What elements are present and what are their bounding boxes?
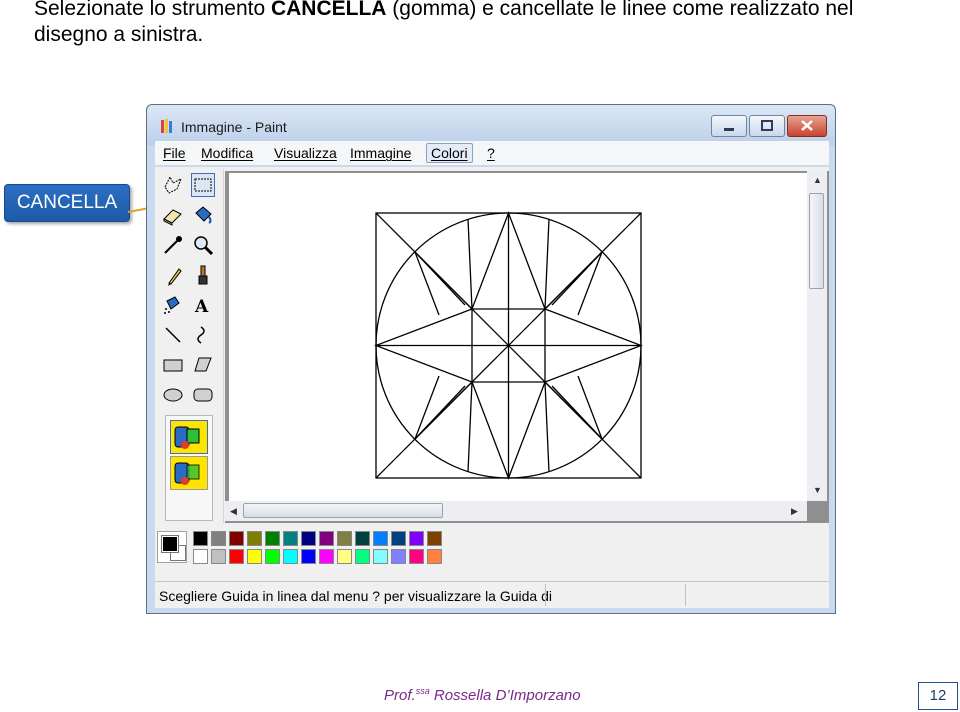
menu-visualizza[interactable]: Visualizza <box>270 144 341 162</box>
line-icon[interactable] <box>161 323 185 347</box>
window-client: A ▲ ▼ ◀ ▶ Scegliere Guida in linea dal m… <box>155 167 829 608</box>
palette-swatch[interactable] <box>319 549 334 564</box>
paint-window: Immagine - Paint File Modifica Visualizz… <box>146 104 836 614</box>
footer-sup: ssa <box>415 686 430 696</box>
palette-swatch[interactable] <box>265 549 280 564</box>
palette-swatch[interactable] <box>319 531 334 546</box>
drawing-canvas[interactable] <box>229 173 807 501</box>
fill-icon[interactable] <box>191 203 215 227</box>
palette-swatch[interactable] <box>211 531 226 546</box>
color-picker-icon[interactable] <box>161 233 185 257</box>
palette-swatch[interactable] <box>193 531 208 546</box>
palette-swatch[interactable] <box>337 549 352 564</box>
palette-swatch[interactable] <box>337 531 352 546</box>
palette-swatch[interactable] <box>247 549 262 564</box>
horizontal-scrollbar[interactable]: ◀ ▶ <box>225 501 807 521</box>
status-separator <box>685 584 686 606</box>
palette-swatch[interactable] <box>247 531 262 546</box>
scroll-up-icon[interactable]: ▲ <box>813 175 822 185</box>
palette-swatch[interactable] <box>265 531 280 546</box>
palette-swatch[interactable] <box>211 549 226 564</box>
compass-rose-drawing <box>374 211 643 480</box>
close-button[interactable] <box>787 115 827 137</box>
polygon-icon[interactable] <box>191 353 215 377</box>
scroll-right-icon[interactable]: ▶ <box>791 506 798 517</box>
title-bar[interactable]: Immagine - Paint <box>147 105 835 145</box>
brush-icon[interactable] <box>191 263 215 287</box>
menu-immagine[interactable]: Immagine <box>346 144 415 162</box>
palette-swatch[interactable] <box>193 549 208 564</box>
toolbox: A <box>155 169 224 523</box>
instruction-text: Selezionate lo strumento CANCELLA (gomma… <box>34 0 914 48</box>
palette-swatch[interactable] <box>283 549 298 564</box>
instruction-bold: CANCELLA <box>270 0 387 20</box>
page-number: 12 <box>918 682 958 710</box>
palette-swatch[interactable] <box>391 531 406 546</box>
palette-swatch[interactable] <box>229 531 244 546</box>
palette-swatch[interactable] <box>391 549 406 564</box>
menu-modifica[interactable]: Modifica <box>197 144 257 162</box>
palette-swatch[interactable] <box>301 531 316 546</box>
footer-prefix: Prof. <box>384 687 416 704</box>
ellipse-icon[interactable] <box>161 383 185 407</box>
menu-file[interactable]: File <box>159 144 190 162</box>
footer-author: Prof.ssa Rossella D’Imporzano <box>384 686 581 704</box>
palette-swatch[interactable] <box>409 549 424 564</box>
free-select-icon[interactable] <box>161 173 185 197</box>
scroll-down-icon[interactable]: ▼ <box>813 485 822 495</box>
horizontal-scroll-thumb[interactable] <box>243 503 443 518</box>
footer-name: Rossella D’Imporzano <box>429 687 581 704</box>
palette-swatch[interactable] <box>373 531 388 546</box>
vertical-scrollbar[interactable]: ▲ ▼ <box>807 171 827 501</box>
minimize-icon <box>724 128 734 131</box>
palette-swatch[interactable] <box>409 531 424 546</box>
maximize-button[interactable] <box>749 115 785 137</box>
palette-swatch[interactable] <box>355 549 370 564</box>
status-separator <box>545 584 546 606</box>
cancella-callout: CANCELLA <box>4 184 130 222</box>
rectangle-icon[interactable] <box>161 353 185 377</box>
transparent-option-icon[interactable] <box>170 456 208 490</box>
menu-help[interactable]: ? <box>483 144 499 162</box>
instruction-pre: Selezionate lo strumento <box>34 0 271 20</box>
palette-swatch[interactable] <box>373 549 388 564</box>
paint-app-icon <box>161 119 172 133</box>
palette-swatch[interactable] <box>355 531 370 546</box>
text-icon[interactable]: A <box>191 293 215 317</box>
rect-select-icon[interactable] <box>191 173 215 197</box>
palette-swatch[interactable] <box>427 531 442 546</box>
eraser-icon[interactable] <box>161 203 185 227</box>
airbrush-icon[interactable] <box>161 293 185 317</box>
vertical-scroll-thumb[interactable] <box>809 193 824 289</box>
color-palette <box>155 527 829 573</box>
palette-swatch[interactable] <box>283 531 298 546</box>
window-title: Immagine - Paint <box>181 119 287 135</box>
curve-icon[interactable] <box>191 323 215 347</box>
menu-bar: File Modifica Visualizza Immagine Colori… <box>155 141 829 165</box>
close-icon <box>801 120 813 131</box>
pencil-icon[interactable] <box>161 263 185 287</box>
opaque-option-icon[interactable] <box>170 420 208 454</box>
current-colors[interactable] <box>157 531 187 563</box>
palette-swatch[interactable] <box>229 549 244 564</box>
minimize-button[interactable] <box>711 115 747 137</box>
palette-swatch[interactable] <box>427 549 442 564</box>
maximize-icon <box>761 120 773 131</box>
palette-swatch[interactable] <box>301 549 316 564</box>
canvas-area: ▲ ▼ ◀ ▶ <box>225 171 829 523</box>
svg-text:A: A <box>194 297 209 317</box>
status-text: Scegliere Guida in linea dal menu ? per … <box>159 588 552 604</box>
status-bar: Scegliere Guida in linea dal menu ? per … <box>155 581 829 608</box>
scroll-left-icon[interactable]: ◀ <box>230 506 237 517</box>
magnifier-icon[interactable] <box>191 233 215 257</box>
tool-options-panel <box>165 415 213 521</box>
menu-colori[interactable]: Colori <box>426 143 473 163</box>
foreground-color-swatch[interactable] <box>161 535 179 553</box>
rounded-rect-icon[interactable] <box>191 383 215 407</box>
